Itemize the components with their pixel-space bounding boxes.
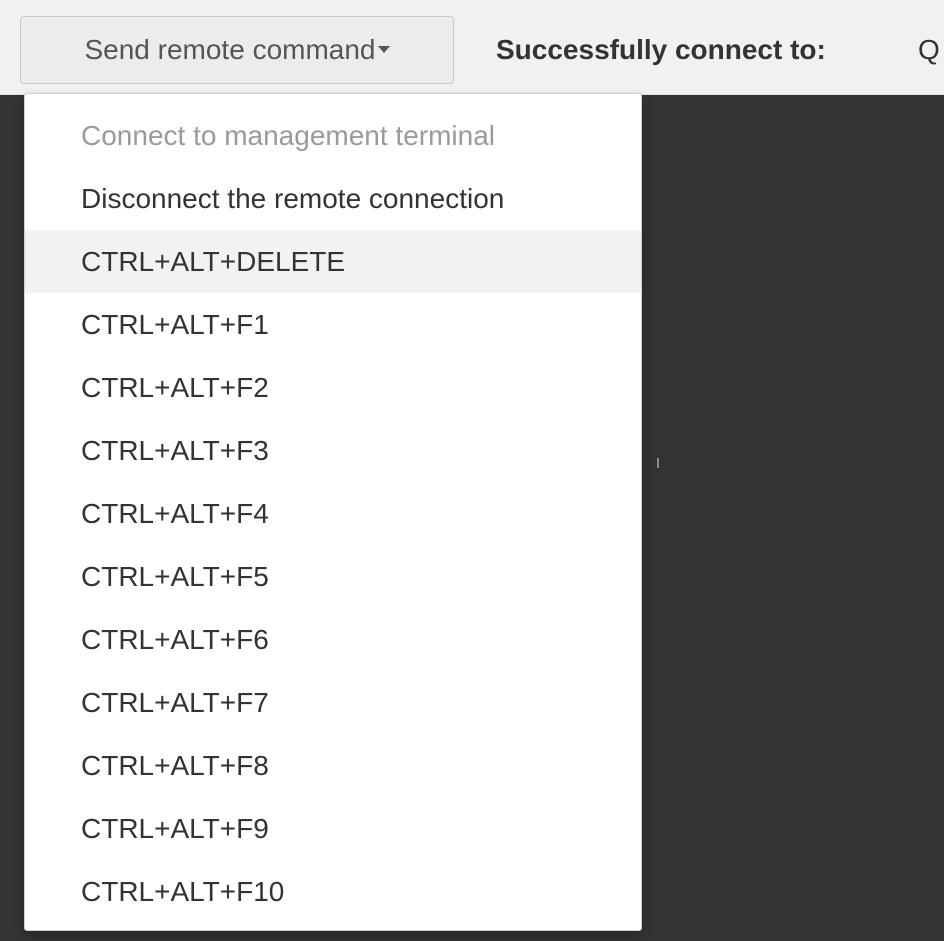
menu-item-ctrl-alt-f5[interactable]: CTRL+ALT+F5: [25, 545, 641, 608]
send-remote-command-label: Send remote command: [84, 34, 376, 65]
menu-item-ctrl-alt-f4[interactable]: CTRL+ALT+F4: [25, 482, 641, 545]
menu-item-ctrl-alt-f2[interactable]: CTRL+ALT+F2: [25, 356, 641, 419]
menu-item-ctrl-alt-f3[interactable]: CTRL+ALT+F3: [25, 419, 641, 482]
menu-item-ctrl-alt-f10[interactable]: CTRL+ALT+F10: [25, 860, 641, 923]
remote-console-page: Send remote command Successfully connect…: [0, 0, 944, 941]
send-remote-command-button[interactable]: Send remote command: [20, 16, 454, 84]
menu-item-ctrl-alt-f8[interactable]: CTRL+ALT+F8: [25, 734, 641, 797]
menu-item-ctrl-alt-f6[interactable]: CTRL+ALT+F6: [25, 608, 641, 671]
menu-item-ctrl-alt-f9[interactable]: CTRL+ALT+F9: [25, 797, 641, 860]
menu-item-ctrl-alt-f1[interactable]: CTRL+ALT+F1: [25, 293, 641, 356]
menu-item-disconnect-remote[interactable]: Disconnect the remote connection: [25, 167, 641, 230]
menu-item-ctrl-alt-f7[interactable]: CTRL+ALT+F7: [25, 671, 641, 734]
connection-target: Q: [918, 34, 940, 65]
connection-status-label: Successfully connect to:: [496, 34, 826, 65]
toolbar: Send remote command Successfully connect…: [0, 0, 944, 95]
remote-command-menu: Connect to management terminal Disconnec…: [24, 93, 642, 931]
menu-item-ctrl-alt-delete[interactable]: CTRL+ALT+DELETE: [25, 230, 641, 293]
text-cursor: [657, 458, 659, 468]
menu-item-connect-management-terminal[interactable]: Connect to management terminal: [25, 104, 641, 167]
caret-down-icon: [377, 46, 390, 54]
